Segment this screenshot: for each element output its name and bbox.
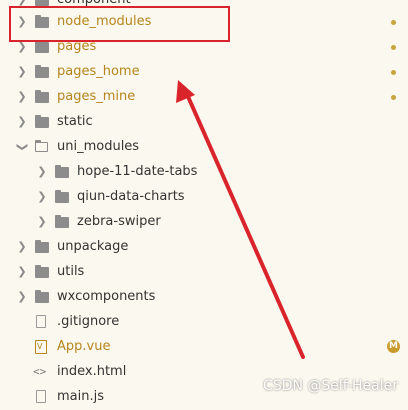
watermark: CSDN @Self-Healer — [263, 378, 398, 394]
annotation-arrow — [176, 80, 305, 359]
